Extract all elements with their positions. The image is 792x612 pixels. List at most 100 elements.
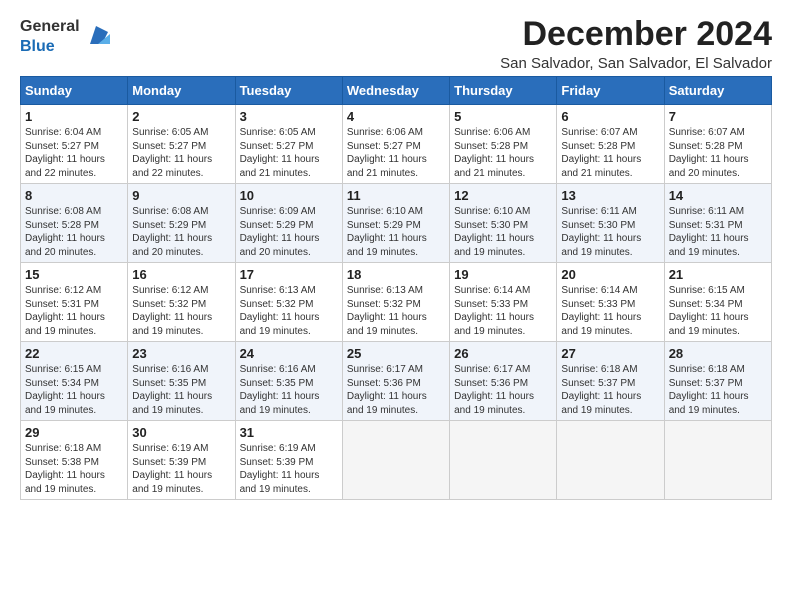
day-info: Sunrise: 6:12 AM Sunset: 5:32 PM Dayligh… <box>132 284 230 338</box>
calendar-cell: 28 Sunrise: 6:18 AM Sunset: 5:37 PM Dayli… <box>664 342 771 421</box>
calendar-cell: 23Sunrise: 6:16 AM Sunset: 5:35 PM Dayli… <box>128 342 235 421</box>
day-info: Sunrise: 6:07 AM Sunset: 5:28 PM Dayligh… <box>561 126 659 180</box>
day-number: 18 <box>347 267 445 282</box>
calendar-cell: 15Sunrise: 6:12 AM Sunset: 5:31 PM Dayli… <box>21 263 128 342</box>
day-number: 11 <box>347 188 445 203</box>
calendar-week-1: 1Sunrise: 6:04 AM Sunset: 5:27 PM Daylig… <box>21 105 772 184</box>
day-number: 16 <box>132 267 230 282</box>
day-number: 13 <box>561 188 659 203</box>
day-number: 25 <box>347 346 445 361</box>
day-info: Sunrise: 6:05 AM Sunset: 5:27 PM Dayligh… <box>240 126 338 180</box>
col-tuesday: Tuesday <box>235 77 342 105</box>
calendar-cell <box>557 421 664 500</box>
day-info: Sunrise: 6:06 AM Sunset: 5:28 PM Dayligh… <box>454 126 552 180</box>
col-wednesday: Wednesday <box>342 77 449 105</box>
day-info: Sunrise: 6:08 AM Sunset: 5:28 PM Dayligh… <box>25 205 123 259</box>
day-number: 27 <box>561 346 659 361</box>
header: General Blue December 2024 San Salvador,… <box>20 16 772 72</box>
calendar-cell: 22 Sunrise: 6:15 AM Sunset: 5:34 PM Dayli… <box>21 342 128 421</box>
day-info: Sunrise: 6:16 AM Sunset: 5:35 PM Dayligh… <box>132 363 230 417</box>
day-number: 20 <box>561 267 659 282</box>
month-title: December 2024 <box>500 16 772 53</box>
day-number: 12 <box>454 188 552 203</box>
day-info: Sunrise: 6:10 AM Sunset: 5:30 PM Dayligh… <box>454 205 552 259</box>
day-info: Sunrise: 6:05 AM Sunset: 5:27 PM Dayligh… <box>132 126 230 180</box>
calendar-week-2: 8Sunrise: 6:08 AM Sunset: 5:28 PM Daylig… <box>21 184 772 263</box>
calendar-cell: 30Sunrise: 6:19 AM Sunset: 5:39 PM Dayli… <box>128 421 235 500</box>
day-info: Sunrise: 6:11 AM Sunset: 5:30 PM Dayligh… <box>561 205 659 259</box>
day-number: 5 <box>454 109 552 124</box>
day-info: Sunrise: 6:10 AM Sunset: 5:29 PM Dayligh… <box>347 205 445 259</box>
day-number: 9 <box>132 188 230 203</box>
calendar-cell: 26 Sunrise: 6:17 AM Sunset: 5:36 PM Dayli… <box>450 342 557 421</box>
day-number: 7 <box>669 109 767 124</box>
logo-blue-text: Blue <box>20 38 55 55</box>
calendar-cell: 4 Sunrise: 6:06 AM Sunset: 5:27 PM Daylig… <box>342 105 449 184</box>
calendar-cell: 27Sunrise: 6:18 AM Sunset: 5:37 PM Dayli… <box>557 342 664 421</box>
day-number: 1 <box>25 109 123 124</box>
day-number: 30 <box>132 425 230 440</box>
day-info: Sunrise: 6:19 AM Sunset: 5:39 PM Dayligh… <box>240 442 338 496</box>
day-number: 31 <box>240 425 338 440</box>
day-number: 2 <box>132 109 230 124</box>
day-info: Sunrise: 6:15 AM Sunset: 5:34 PM Dayligh… <box>669 284 767 338</box>
calendar-week-5: 29Sunrise: 6:18 AM Sunset: 5:38 PM Dayli… <box>21 421 772 500</box>
day-info: Sunrise: 6:18 AM Sunset: 5:37 PM Dayligh… <box>669 363 767 417</box>
calendar-cell <box>450 421 557 500</box>
day-number: 10 <box>240 188 338 203</box>
day-info: Sunrise: 6:17 AM Sunset: 5:36 PM Dayligh… <box>454 363 552 417</box>
day-number: 4 <box>347 109 445 124</box>
title-area: December 2024 San Salvador, San Salvador… <box>500 16 772 72</box>
col-monday: Monday <box>128 77 235 105</box>
calendar-cell: 20 Sunrise: 6:14 AM Sunset: 5:33 PM Dayli… <box>557 263 664 342</box>
day-number: 6 <box>561 109 659 124</box>
calendar-cell: 29Sunrise: 6:18 AM Sunset: 5:38 PM Dayli… <box>21 421 128 500</box>
day-info: Sunrise: 6:16 AM Sunset: 5:35 PM Dayligh… <box>240 363 338 417</box>
col-sunday: Sunday <box>21 77 128 105</box>
day-info: Sunrise: 6:11 AM Sunset: 5:31 PM Dayligh… <box>669 205 767 259</box>
day-number: 19 <box>454 267 552 282</box>
day-info: Sunrise: 6:15 AM Sunset: 5:34 PM Dayligh… <box>25 363 123 417</box>
calendar-cell: 6 Sunrise: 6:07 AM Sunset: 5:28 PM Daylig… <box>557 105 664 184</box>
day-number: 14 <box>669 188 767 203</box>
calendar-cell: 2 Sunrise: 6:05 AM Sunset: 5:27 PM Daylig… <box>128 105 235 184</box>
day-number: 22 <box>25 346 123 361</box>
calendar-cell: 31 Sunrise: 6:19 AM Sunset: 5:39 PM Dayli… <box>235 421 342 500</box>
day-info: Sunrise: 6:13 AM Sunset: 5:32 PM Dayligh… <box>347 284 445 338</box>
day-info: Sunrise: 6:08 AM Sunset: 5:29 PM Dayligh… <box>132 205 230 259</box>
calendar-cell: 8Sunrise: 6:08 AM Sunset: 5:28 PM Daylig… <box>21 184 128 263</box>
calendar-cell <box>342 421 449 500</box>
calendar-cell: 3 Sunrise: 6:05 AM Sunset: 5:27 PM Daylig… <box>235 105 342 184</box>
day-number: 3 <box>240 109 338 124</box>
day-info: Sunrise: 6:12 AM Sunset: 5:31 PM Dayligh… <box>25 284 123 338</box>
calendar-table: Sunday Monday Tuesday Wednesday Thursday… <box>20 76 772 500</box>
calendar-cell: 16 Sunrise: 6:12 AM Sunset: 5:32 PM Dayli… <box>128 263 235 342</box>
calendar-cell <box>664 421 771 500</box>
day-number: 17 <box>240 267 338 282</box>
col-thursday: Thursday <box>450 77 557 105</box>
day-number: 28 <box>669 346 767 361</box>
calendar-week-3: 15Sunrise: 6:12 AM Sunset: 5:31 PM Dayli… <box>21 263 772 342</box>
calendar-cell: 21 Sunrise: 6:15 AM Sunset: 5:34 PM Dayli… <box>664 263 771 342</box>
col-friday: Friday <box>557 77 664 105</box>
day-info: Sunrise: 6:18 AM Sunset: 5:38 PM Dayligh… <box>25 442 123 496</box>
calendar-cell: 11 Sunrise: 6:10 AM Sunset: 5:29 PM Dayli… <box>342 184 449 263</box>
location: San Salvador, San Salvador, El Salvador <box>500 55 772 72</box>
day-info: Sunrise: 6:07 AM Sunset: 5:28 PM Dayligh… <box>669 126 767 180</box>
col-saturday: Saturday <box>664 77 771 105</box>
header-row: Sunday Monday Tuesday Wednesday Thursday… <box>21 77 772 105</box>
calendar-cell: 14 Sunrise: 6:11 AM Sunset: 5:31 PM Dayli… <box>664 184 771 263</box>
day-info: Sunrise: 6:14 AM Sunset: 5:33 PM Dayligh… <box>561 284 659 338</box>
calendar-cell: 19Sunrise: 6:14 AM Sunset: 5:33 PM Dayli… <box>450 263 557 342</box>
calendar-week-4: 22 Sunrise: 6:15 AM Sunset: 5:34 PM Dayli… <box>21 342 772 421</box>
calendar-cell: 12 Sunrise: 6:10 AM Sunset: 5:30 PM Dayli… <box>450 184 557 263</box>
calendar-cell: 10Sunrise: 6:09 AM Sunset: 5:29 PM Dayli… <box>235 184 342 263</box>
calendar-cell: 13 Sunrise: 6:11 AM Sunset: 5:30 PM Dayli… <box>557 184 664 263</box>
day-number: 26 <box>454 346 552 361</box>
day-number: 21 <box>669 267 767 282</box>
calendar-cell: 5 Sunrise: 6:06 AM Sunset: 5:28 PM Daylig… <box>450 105 557 184</box>
logo-icon <box>84 22 112 50</box>
day-info: Sunrise: 6:06 AM Sunset: 5:27 PM Dayligh… <box>347 126 445 180</box>
day-number: 24 <box>240 346 338 361</box>
day-info: Sunrise: 6:17 AM Sunset: 5:36 PM Dayligh… <box>347 363 445 417</box>
